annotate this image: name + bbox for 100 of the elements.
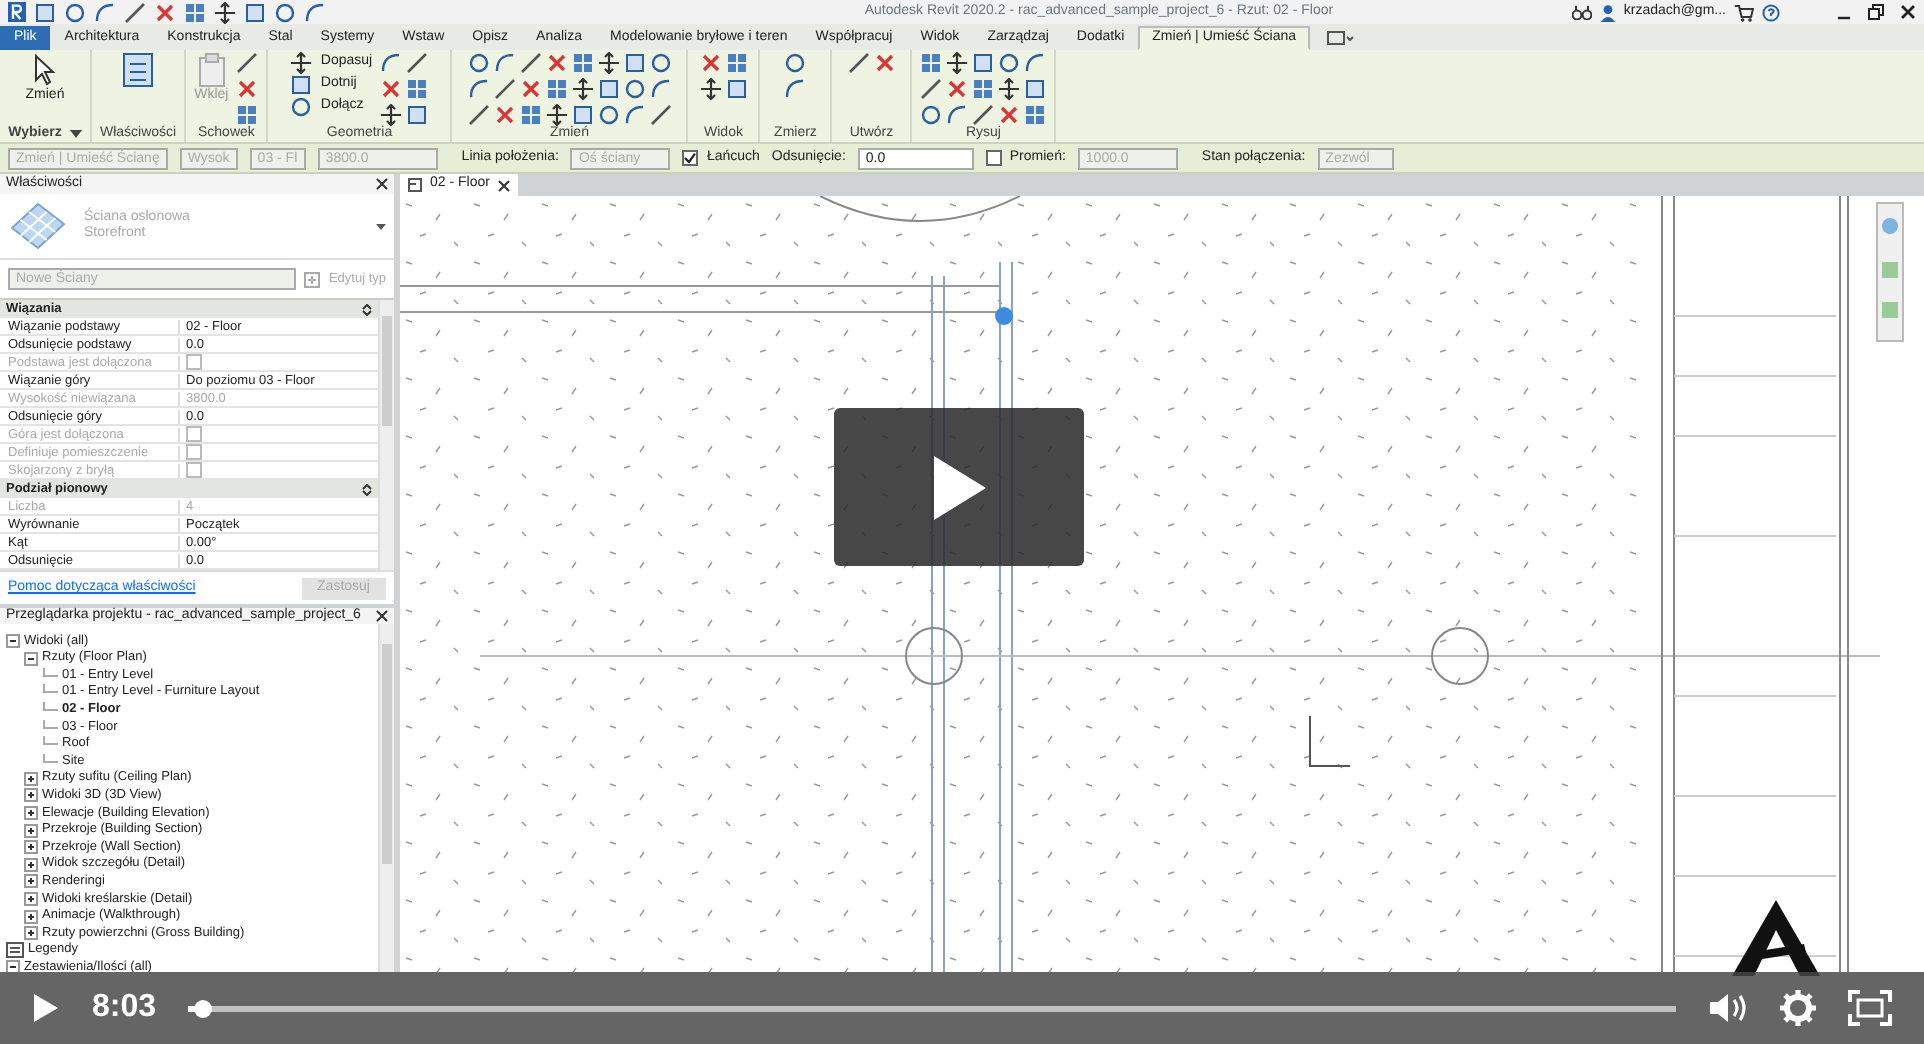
expand-toggle-icon[interactable] — [24, 823, 38, 838]
play-button[interactable] — [32, 992, 60, 1024]
cross-icon[interactable] — [236, 78, 259, 100]
close-icon[interactable] — [376, 177, 388, 190]
expand-toggle-icon[interactable] — [24, 806, 38, 820]
line-icon[interactable] — [124, 1, 146, 23]
line-icon[interactable] — [649, 104, 672, 126]
collapse-toggle-icon[interactable] — [6, 634, 20, 649]
restore-icon[interactable] — [1868, 4, 1884, 20]
line-icon[interactable] — [920, 78, 943, 100]
grid-icon[interactable] — [236, 104, 259, 126]
expand-toggle-icon[interactable] — [24, 857, 38, 872]
square-icon[interactable] — [623, 52, 646, 74]
cross-icon[interactable] — [493, 104, 516, 126]
collapse-icon[interactable] — [362, 483, 372, 496]
square-icon[interactable] — [1024, 78, 1047, 100]
line-icon[interactable] — [847, 52, 870, 74]
expand-toggle-icon[interactable] — [24, 926, 38, 941]
square-icon[interactable] — [34, 1, 56, 23]
arrows-icon[interactable] — [946, 52, 969, 74]
line-icon[interactable] — [493, 78, 516, 100]
cross-icon[interactable] — [519, 78, 542, 100]
settings-button[interactable] — [1780, 990, 1816, 1026]
line-icon[interactable] — [406, 52, 429, 74]
circle-icon[interactable] — [467, 52, 490, 74]
expand-toggle-icon[interactable] — [24, 874, 38, 889]
grid-icon[interactable] — [519, 104, 542, 126]
square-icon[interactable] — [972, 52, 995, 74]
play-button[interactable] — [834, 408, 1084, 566]
scrollbar[interactable] — [378, 300, 394, 571]
cross-icon[interactable] — [998, 104, 1021, 126]
circle-icon[interactable] — [290, 96, 313, 118]
close-icon[interactable] — [1900, 4, 1916, 20]
cross-icon[interactable] — [380, 78, 403, 100]
binoculars-icon[interactable] — [1571, 4, 1592, 20]
arc-icon[interactable] — [493, 52, 516, 74]
cross-icon[interactable] — [154, 1, 176, 23]
circle-icon[interactable] — [649, 52, 672, 74]
arrows-icon[interactable] — [380, 104, 403, 126]
circle-icon[interactable] — [784, 52, 807, 74]
properties-icon[interactable] — [122, 52, 155, 88]
cross-icon[interactable] — [873, 52, 896, 74]
grid-icon[interactable] — [571, 52, 594, 74]
fullscreen-button[interactable] — [1848, 990, 1892, 1026]
expand-toggle-icon[interactable] — [24, 771, 38, 786]
line-icon[interactable] — [519, 52, 542, 74]
help-icon[interactable] — [1762, 3, 1780, 21]
progress-track[interactable] — [188, 1005, 1676, 1011]
square-icon[interactable] — [406, 104, 429, 126]
progress-thumb[interactable] — [194, 999, 213, 1017]
square-icon[interactable] — [725, 78, 748, 100]
cross-icon[interactable] — [946, 78, 969, 100]
arc-icon[interactable] — [467, 78, 490, 100]
line-icon[interactable] — [236, 52, 259, 74]
grid-icon[interactable] — [725, 52, 748, 74]
grid-icon[interactable] — [972, 78, 995, 100]
square-icon[interactable] — [244, 1, 266, 23]
close-icon[interactable] — [497, 179, 510, 191]
volume-button[interactable] — [1708, 992, 1748, 1024]
circle-icon[interactable] — [920, 104, 943, 126]
grid-icon[interactable] — [920, 52, 943, 74]
checkbox[interactable] — [682, 149, 699, 166]
arc-icon[interactable] — [380, 52, 403, 74]
expand-toggle-icon[interactable] — [24, 840, 38, 855]
square-icon[interactable] — [597, 78, 620, 100]
arc-icon[interactable] — [649, 78, 672, 100]
circle-icon[interactable] — [274, 1, 296, 23]
arc-icon[interactable] — [784, 78, 807, 100]
square-icon[interactable] — [290, 74, 313, 96]
arrows-icon[interactable] — [597, 52, 620, 74]
checkbox[interactable] — [985, 149, 1002, 166]
arrows-icon[interactable] — [290, 52, 313, 74]
expand-toggle-icon[interactable] — [24, 788, 38, 803]
arc-icon[interactable] — [946, 104, 969, 126]
arrows-icon[interactable] — [545, 104, 568, 126]
arc-icon[interactable] — [623, 104, 646, 126]
arrows-icon[interactable] — [998, 78, 1021, 100]
expand-toggle-icon[interactable] — [24, 909, 38, 924]
line-icon[interactable] — [972, 104, 995, 126]
cross-icon[interactable] — [545, 52, 568, 74]
scrollbar[interactable] — [378, 624, 394, 972]
collapse-toggle-icon[interactable] — [6, 960, 20, 972]
collapse-toggle-icon[interactable] — [24, 651, 38, 666]
arc-icon[interactable] — [1024, 52, 1047, 74]
collapse-icon[interactable] — [362, 303, 372, 316]
grid-icon[interactable] — [545, 78, 568, 100]
arrows-icon[interactable] — [214, 1, 236, 23]
circle-icon[interactable] — [64, 1, 86, 23]
cross-icon[interactable] — [699, 52, 722, 74]
user-icon[interactable] — [1599, 3, 1616, 21]
expand-toggle-icon[interactable] — [24, 891, 38, 906]
grid-icon[interactable] — [184, 1, 206, 23]
panel-toggle-icon[interactable] — [1326, 30, 1354, 46]
grid-icon[interactable] — [1024, 104, 1047, 126]
arc-icon[interactable] — [94, 1, 116, 23]
square-icon[interactable] — [571, 104, 594, 126]
line-icon[interactable] — [467, 104, 490, 126]
cart-icon[interactable] — [1734, 3, 1754, 21]
circle-icon[interactable] — [998, 52, 1021, 74]
arrows-icon[interactable] — [699, 78, 722, 100]
